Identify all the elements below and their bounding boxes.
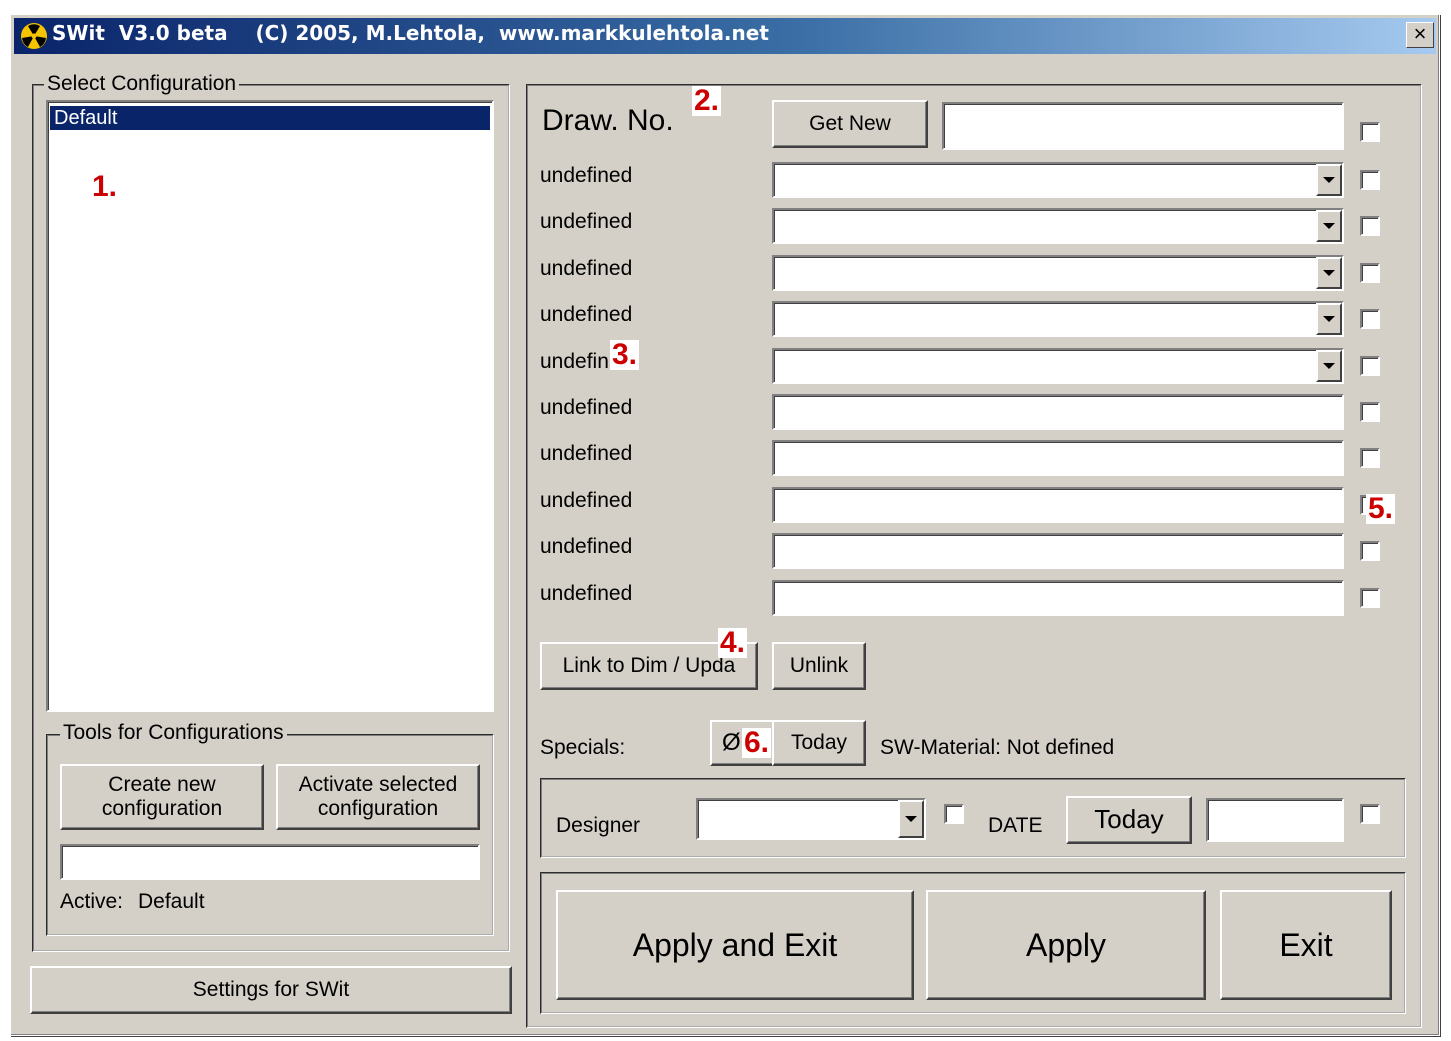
get-new-label: Get New (809, 111, 891, 135)
draw-no-field[interactable] (942, 102, 1344, 150)
field-label: undefined (540, 582, 633, 605)
field-label: undefined (540, 489, 633, 512)
field-input[interactable] (772, 440, 1344, 476)
field-label: undefined (540, 535, 633, 558)
apply-label: Apply (1025, 926, 1107, 963)
field-label: undefined (540, 303, 633, 326)
dropdown-arrow-icon[interactable] (1316, 164, 1342, 196)
create-configuration-button[interactable]: Create new configuration (60, 764, 264, 830)
field-label: undefined (540, 257, 633, 280)
settings-button[interactable]: Settings for SWit (30, 966, 512, 1014)
tools-for-configurations-legend: Tools for Configurations (60, 721, 287, 745)
field-checkbox[interactable] (1360, 402, 1380, 422)
field-label: undefined (540, 164, 633, 187)
close-button[interactable]: × (1406, 22, 1434, 48)
annotation-5: 5. (1366, 492, 1396, 525)
date-field[interactable] (1206, 798, 1344, 842)
dropdown-arrow-icon[interactable] (1316, 210, 1342, 242)
dropdown-arrow-icon[interactable] (1316, 303, 1342, 335)
field-input[interactable] (772, 580, 1344, 616)
field-input[interactable] (772, 533, 1344, 569)
draw-no-label: Draw. No. (542, 104, 674, 137)
field-label: undefined (540, 442, 633, 465)
unlink-label: Unlink (789, 653, 849, 677)
field-checkbox[interactable] (1360, 170, 1380, 190)
field-input[interactable] (772, 394, 1344, 430)
select-configuration-legend: Select Configuration (44, 72, 240, 96)
sw-material-text: SW-Material: Not defined (880, 736, 1115, 759)
annotation-4: 4. (718, 626, 748, 659)
get-new-button[interactable]: Get New (772, 100, 928, 148)
field-checkbox[interactable] (1360, 216, 1380, 236)
apply-and-exit-button[interactable]: Apply and Exit (556, 890, 914, 1000)
date-checkbox[interactable] (1360, 804, 1380, 824)
specials-label: Specials: (540, 736, 626, 759)
exit-button[interactable]: Exit (1220, 890, 1392, 1000)
window-title: SWit V3.0 beta (C) 2005, M.Lehtola, www.… (52, 21, 769, 45)
field-combobox[interactable] (772, 162, 1344, 198)
annotation-6: 6. (742, 726, 772, 759)
field-combobox[interactable] (772, 208, 1344, 244)
configuration-name-field[interactable] (60, 844, 480, 880)
date-today-label: Today (1094, 804, 1164, 835)
activate-configuration-label: Activate selected configuration (298, 772, 458, 820)
field-checkbox[interactable] (1360, 541, 1380, 561)
link-to-dim-label: Link to Dim / Upda (562, 653, 736, 677)
field-input[interactable] (772, 487, 1344, 523)
specials-today-button[interactable]: Today (772, 720, 866, 766)
active-configuration-value: Default (138, 890, 205, 913)
designer-label: Designer (556, 814, 641, 837)
date-label: DATE (988, 814, 1043, 837)
unlink-button[interactable]: Unlink (772, 642, 866, 690)
designer-dropdown-arrow-icon[interactable] (898, 800, 924, 838)
field-checkbox[interactable] (1360, 263, 1380, 283)
field-label: undefined (540, 396, 633, 419)
app-icon (20, 22, 48, 50)
apply-and-exit-label: Apply and Exit (632, 926, 838, 963)
draw-no-checkbox[interactable] (1360, 122, 1380, 142)
field-combobox[interactable] (772, 301, 1344, 337)
annotation-3: 3. (610, 338, 640, 371)
diameter-symbol: Ø (722, 729, 741, 757)
exit-label: Exit (1279, 926, 1333, 963)
dropdown-arrow-icon[interactable] (1316, 257, 1342, 289)
dropdown-arrow-icon[interactable] (1316, 350, 1342, 382)
configuration-item-default[interactable]: Default (49, 105, 491, 131)
designer-combobox[interactable] (696, 798, 926, 840)
create-configuration-label: Create new configuration (101, 772, 223, 820)
active-label: Active: (60, 890, 124, 913)
specials-today-label: Today (790, 730, 848, 754)
field-checkbox[interactable] (1360, 309, 1380, 329)
field-combobox[interactable] (772, 255, 1344, 291)
apply-button[interactable]: Apply (926, 890, 1206, 1000)
annotation-1: 1. (90, 168, 148, 242)
date-today-button[interactable]: Today (1066, 796, 1192, 844)
field-checkbox[interactable] (1360, 588, 1380, 608)
field-checkbox[interactable] (1360, 448, 1380, 468)
activate-configuration-button[interactable]: Activate selected configuration (276, 764, 480, 830)
settings-label: Settings for SWit (192, 977, 350, 1001)
field-label: undefin (540, 350, 609, 373)
designer-checkbox[interactable] (944, 804, 964, 824)
field-checkbox[interactable] (1360, 356, 1380, 376)
field-label: undefined (540, 210, 633, 233)
field-combobox[interactable] (772, 348, 1344, 384)
annotation-2: 2. (692, 84, 722, 117)
